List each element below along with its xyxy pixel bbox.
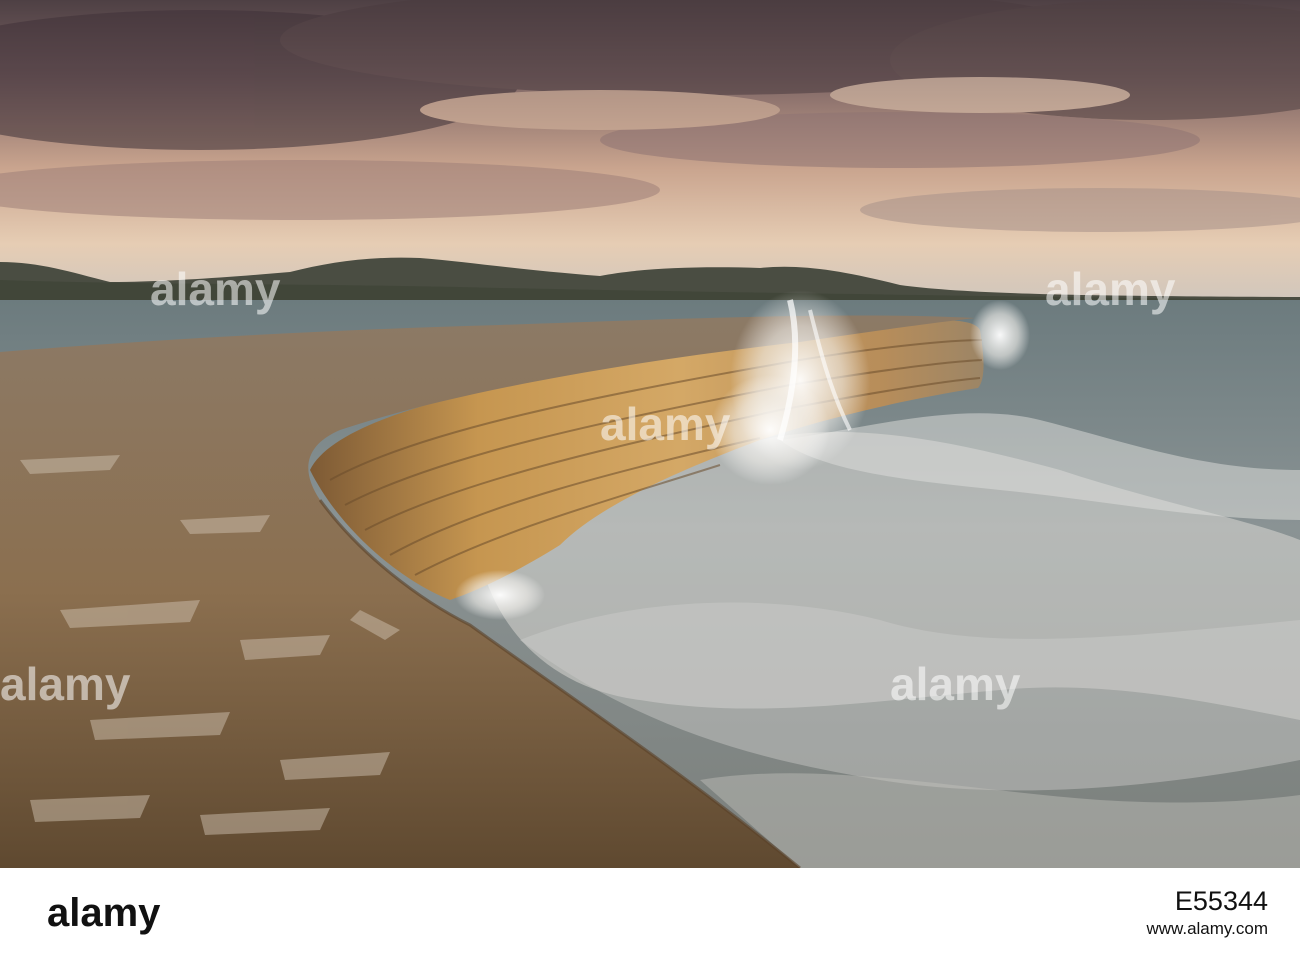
- alamy-logo: alamy: [47, 880, 167, 944]
- watermark-text: alamy: [150, 263, 281, 315]
- image-id: E55344: [1174, 885, 1268, 916]
- image-info: E55344 www.alamy.com: [1146, 880, 1268, 944]
- landscape-photo: alamy alamy alamy alamy alamy: [0, 0, 1300, 868]
- logo-text: alamy: [47, 891, 161, 935]
- footer-bar: alamy E55344 www.alamy.com: [0, 868, 1300, 956]
- watermark-text: alamy: [600, 398, 731, 450]
- watermark-text: alamy: [0, 658, 131, 710]
- site-url: www.alamy.com: [1146, 919, 1268, 939]
- watermark-text: alamy: [1045, 263, 1176, 315]
- watermark-text: alamy: [890, 658, 1021, 710]
